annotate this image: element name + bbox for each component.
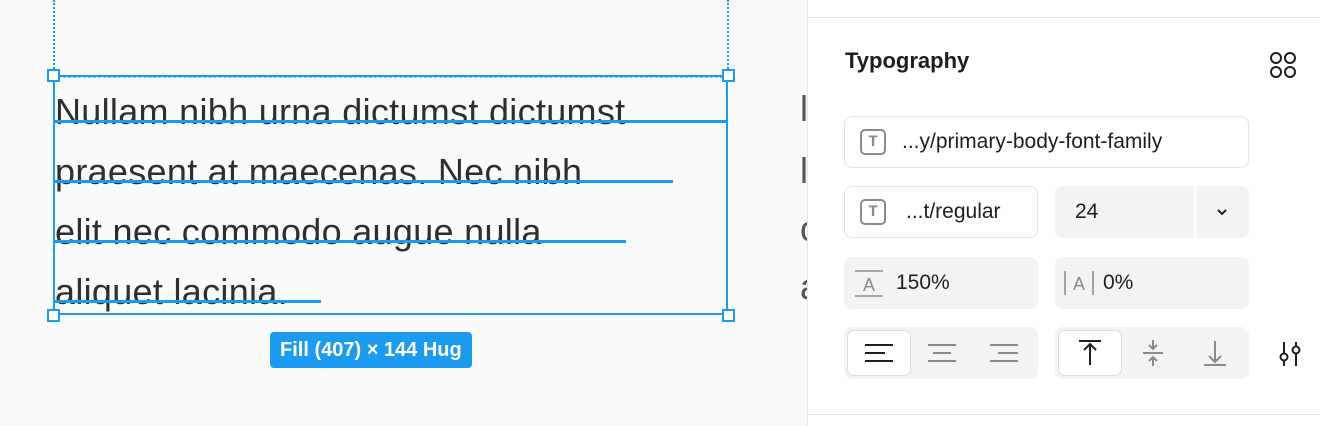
align-middle-icon — [1143, 340, 1163, 366]
svg-text:A: A — [863, 275, 875, 295]
parent-frame-guide-right — [727, 0, 729, 76]
text-variable-icon: T — [860, 199, 886, 225]
resize-handle-top-right[interactable] — [722, 69, 735, 82]
paragraph-line: aliquet lacinia. — [55, 271, 288, 312]
paragraph-line: praesent at maecenas. Nec nibh — [55, 151, 583, 192]
resize-handle-bottom-right[interactable] — [722, 309, 735, 322]
font-family-field[interactable]: T ...y/primary-body-font-family — [844, 116, 1249, 168]
line-height-value: 150% — [896, 271, 950, 294]
vertical-align-control — [1055, 327, 1249, 379]
align-top-icon — [1079, 340, 1101, 365]
type-settings-button[interactable] — [1274, 338, 1306, 370]
line-height-icon: A — [855, 270, 883, 297]
align-center-button[interactable] — [911, 330, 973, 376]
align-middle-button[interactable] — [1122, 330, 1184, 376]
resize-handle-bottom-left[interactable] — [47, 309, 60, 322]
align-left-icon — [865, 344, 893, 362]
svg-text:A: A — [1073, 274, 1085, 294]
font-weight-value: ...t/regular — [906, 200, 1001, 223]
section-divider — [808, 414, 1320, 415]
letter-spacing-icon: A — [1064, 271, 1094, 295]
align-bottom-button[interactable] — [1184, 330, 1246, 376]
styles-grid-icon — [1270, 52, 1296, 78]
align-top-button[interactable] — [1058, 330, 1122, 376]
align-left-button[interactable] — [847, 330, 911, 376]
font-size-value: 24 — [1075, 200, 1099, 223]
typography-section-title: Typography — [845, 48, 970, 73]
letter-spacing-value: 0% — [1103, 271, 1134, 294]
design-canvas[interactable]: Nullam nibh urna dictumst dictumst praes… — [0, 0, 808, 426]
align-right-icon — [990, 344, 1018, 362]
text-layer[interactable]: Nullam nibh urna dictumst dictumst praes… — [55, 82, 735, 322]
chevron-down-icon — [1216, 209, 1227, 216]
section-divider — [808, 17, 1320, 18]
font-weight-field[interactable]: T ...t/regular — [844, 186, 1038, 238]
align-bottom-icon — [1204, 341, 1226, 366]
text-baseline — [53, 240, 626, 243]
text-styles-button[interactable] — [1266, 48, 1300, 82]
font-size-dropdown-button[interactable] — [1194, 186, 1249, 238]
text-baseline — [53, 300, 321, 303]
paragraph-line: elit nec commodo augue nulla — [55, 211, 542, 252]
font-size-field[interactable]: 24 — [1055, 186, 1249, 238]
text-align-control — [844, 327, 1038, 379]
text-variable-icon: T — [860, 129, 886, 155]
paragraph-line: Nullam nibh urna dictumst dictumst — [55, 91, 626, 132]
properties-panel: Typography T ...y/primary-body-font-fami… — [807, 0, 1320, 426]
text-baseline — [53, 120, 728, 123]
font-family-value: ...y/primary-body-font-family — [902, 130, 1163, 153]
parent-frame-guide-left — [53, 0, 55, 76]
letter-spacing-field[interactable]: A 0% — [1055, 257, 1249, 309]
dimension-label: Fill (407) × 144 Hug — [270, 332, 472, 368]
align-center-icon — [928, 344, 956, 362]
sliders-icon — [1279, 342, 1301, 366]
align-right-button[interactable] — [973, 330, 1035, 376]
text-baseline — [53, 180, 673, 183]
line-height-field[interactable]: A 150% — [844, 257, 1038, 309]
resize-handle-top-left[interactable] — [47, 69, 60, 82]
